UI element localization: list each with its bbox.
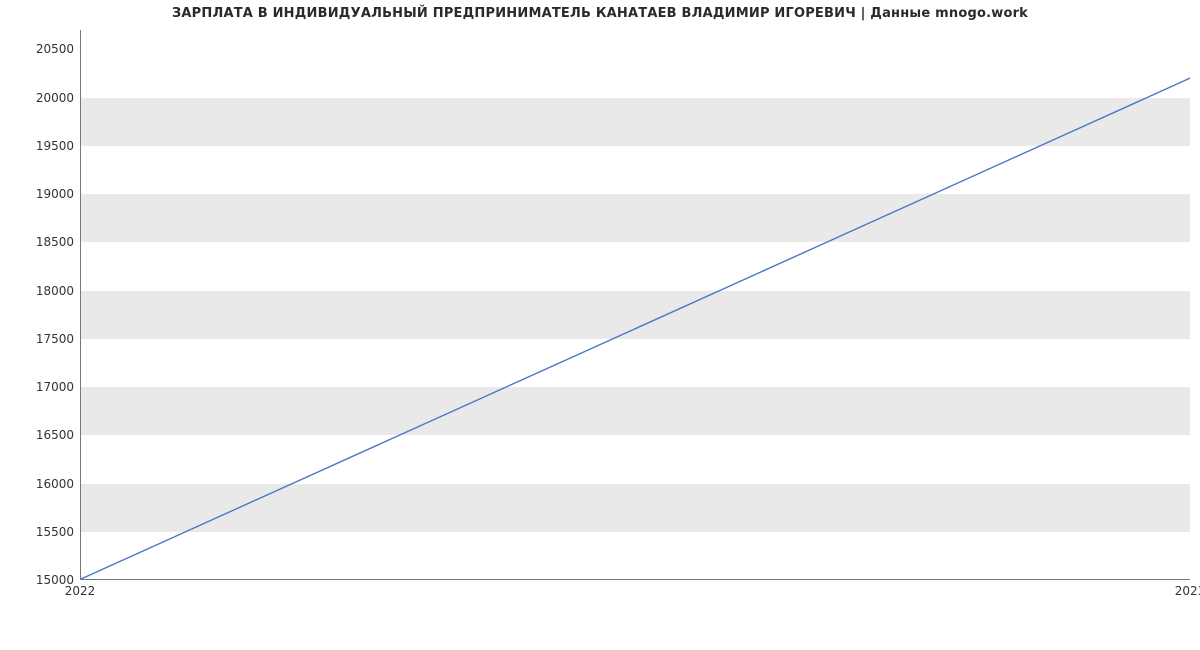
y-tick-label: 17500 xyxy=(14,332,74,346)
y-tick-label: 20500 xyxy=(14,42,74,56)
y-tick-label: 20000 xyxy=(14,91,74,105)
chart-title: ЗАРПЛАТА В ИНДИВИДУАЛЬНЫЙ ПРЕДПРИНИМАТЕЛ… xyxy=(0,6,1200,21)
y-tick-label: 16500 xyxy=(14,428,74,442)
chart-container: ЗАРПЛАТА В ИНДИВИДУАЛЬНЫЙ ПРЕДПРИНИМАТЕЛ… xyxy=(0,0,1200,650)
plot-area xyxy=(80,30,1190,580)
x-tick-label: 2023 xyxy=(1175,584,1200,598)
series-line xyxy=(81,78,1190,579)
y-tick-label: 19000 xyxy=(14,187,74,201)
y-tick-label: 18000 xyxy=(14,284,74,298)
line-series xyxy=(81,30,1190,579)
y-tick-label: 19500 xyxy=(14,139,74,153)
x-tick-label: 2022 xyxy=(65,584,96,598)
y-tick-label: 18500 xyxy=(14,235,74,249)
y-tick-label: 17000 xyxy=(14,380,74,394)
y-tick-label: 15500 xyxy=(14,525,74,539)
y-tick-label: 16000 xyxy=(14,477,74,491)
